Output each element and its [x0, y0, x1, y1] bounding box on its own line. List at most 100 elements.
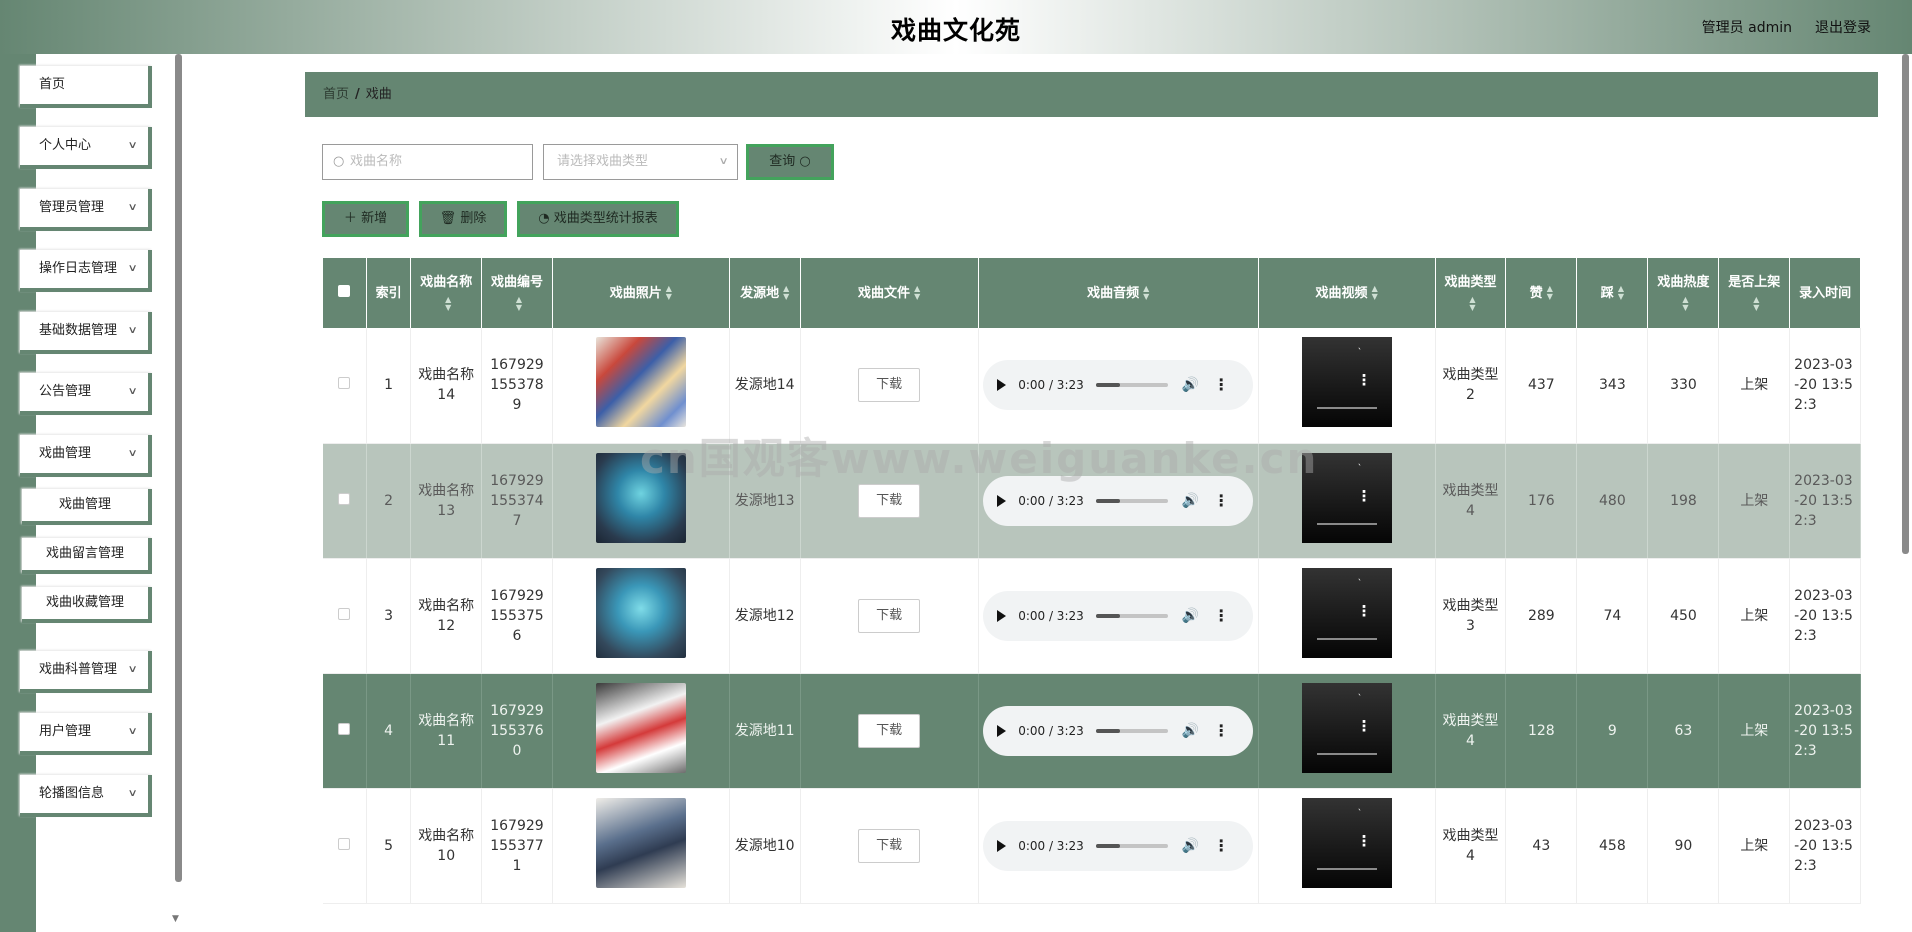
row-select-cell[interactable] — [323, 328, 367, 444]
download-button[interactable]: 下载 — [858, 828, 921, 863]
sidebar-subitem-opera[interactable]: 戏曲管理 — [22, 489, 152, 525]
video-progress-bar[interactable] — [1316, 522, 1377, 525]
col-header-dislikes[interactable]: 踩 ▲ ▼ — [1576, 258, 1649, 328]
audio-progress-bar[interactable] — [1095, 728, 1168, 733]
audio-player[interactable]: 0:00 / 3:23 🔊 ⋮ — [983, 360, 1254, 411]
opera-type-select[interactable]: 请选择戏曲类型 ∨ — [543, 144, 738, 180]
play-icon[interactable] — [997, 379, 1007, 392]
sort-icon[interactable]: ▲ ▼ — [1547, 285, 1553, 301]
col-header-photo[interactable]: 戏曲照片 ▲ ▼ — [552, 258, 730, 328]
download-button[interactable]: 下载 — [858, 598, 921, 633]
type-report-button[interactable]: ◔ 戏曲类型统计报表 — [517, 201, 679, 237]
row-checkbox[interactable] — [338, 492, 351, 505]
play-icon[interactable] — [997, 609, 1007, 622]
video-player[interactable]: ` ⋮ — [1301, 682, 1392, 773]
col-header-index[interactable]: 索引 — [366, 258, 412, 328]
row-select-cell[interactable] — [323, 558, 367, 674]
audio-progress-bar[interactable] — [1095, 498, 1168, 503]
sort-icon[interactable]: ▲ ▼ — [1143, 285, 1149, 301]
row-checkbox[interactable] — [338, 837, 351, 850]
sidebar-subitem-opera-favorites[interactable]: 戏曲收藏管理 — [22, 587, 152, 623]
delete-button[interactable]: 🗑 删除 — [419, 201, 507, 237]
audio-player[interactable]: 0:00 / 3:23 🔊 ⋮ — [983, 705, 1254, 756]
sidebar-scroll-down-icon[interactable]: ▼ — [172, 914, 179, 924]
page-scrollbar-thumb[interactable] — [1902, 54, 1909, 554]
select-all-cell[interactable] — [323, 258, 367, 328]
sidebar-subitem-opera-comments[interactable]: 戏曲留言管理 — [22, 538, 152, 574]
video-player[interactable]: ` ⋮ — [1301, 797, 1392, 888]
audio-player[interactable]: 0:00 / 3:23 🔊 ⋮ — [983, 475, 1254, 526]
col-header-name[interactable]: 戏曲名称 ▲ ▼ — [410, 258, 483, 328]
col-header-file[interactable]: 戏曲文件 ▲ ▼ — [800, 258, 979, 328]
row-select-cell[interactable] — [323, 443, 367, 559]
sidebar-item-operation-log[interactable]: 操作日志管理 ∨ — [20, 250, 152, 292]
opera-photo[interactable] — [595, 682, 686, 773]
sidebar-item-opera-management[interactable]: 戏曲管理 ∨ — [20, 435, 152, 477]
more-options-icon[interactable]: ⋮ — [1213, 491, 1229, 511]
download-button[interactable]: 下载 — [858, 483, 921, 518]
sidebar-item-announcements[interactable]: 公告管理 ∨ — [20, 373, 152, 415]
audio-player[interactable]: 0:00 / 3:23 🔊 ⋮ — [983, 820, 1254, 871]
sort-icon[interactable]: ▲ ▼ — [1682, 295, 1688, 312]
sidebar-item-profile[interactable]: 个人中心 ∨ — [20, 127, 152, 169]
volume-icon[interactable]: 🔊 — [1182, 836, 1199, 856]
add-button[interactable]: ＋ 新增 — [322, 201, 409, 237]
more-options-icon[interactable]: ⋮ — [1357, 833, 1372, 849]
volume-icon[interactable]: 🔊 — [1182, 606, 1199, 626]
col-header-audio[interactable]: 戏曲音频 ▲ ▼ — [978, 258, 1259, 328]
breadcrumb-home-link[interactable]: 首页 — [323, 87, 349, 102]
audio-progress-bar[interactable] — [1095, 613, 1168, 618]
more-options-icon[interactable]: ⋮ — [1357, 488, 1372, 504]
sort-icon[interactable]: ▲ ▼ — [666, 285, 672, 301]
sort-icon[interactable]: ▲ ▼ — [445, 295, 451, 312]
opera-photo[interactable] — [595, 337, 686, 428]
sidebar-item-opera-science[interactable]: 戏曲科普管理 ∨ — [20, 651, 152, 693]
sidebar-item-admin-management[interactable]: 管理员管理 ∨ — [20, 189, 152, 231]
col-header-heat[interactable]: 戏曲热度 ▲ ▼ — [1647, 258, 1720, 328]
sort-icon[interactable]: ▲ ▼ — [914, 285, 920, 301]
more-options-icon[interactable]: ⋮ — [1213, 375, 1229, 395]
row-checkbox[interactable] — [338, 722, 351, 735]
col-header-likes[interactable]: 赞 ▲ ▼ — [1505, 258, 1578, 328]
opera-photo[interactable] — [595, 452, 686, 543]
play-icon[interactable] — [997, 724, 1007, 737]
row-select-cell[interactable] — [323, 788, 367, 904]
more-options-icon[interactable]: ⋮ — [1213, 836, 1229, 856]
query-button[interactable]: 查询 ○ — [746, 144, 834, 180]
video-player[interactable]: ` ⋮ — [1301, 337, 1392, 428]
row-checkbox[interactable] — [338, 607, 351, 620]
col-header-time[interactable]: 录入时间 — [1789, 258, 1861, 328]
sort-icon[interactable]: ▲ ▼ — [516, 295, 522, 312]
video-progress-bar[interactable] — [1316, 752, 1377, 755]
audio-progress-bar[interactable] — [1095, 383, 1168, 388]
more-options-icon[interactable]: ⋮ — [1357, 373, 1372, 388]
audio-player[interactable]: 0:00 / 3:23 🔊 ⋮ — [983, 590, 1254, 641]
col-header-code[interactable]: 戏曲编号 ▲ ▼ — [481, 258, 553, 328]
more-options-icon[interactable]: ⋮ — [1213, 721, 1229, 741]
play-icon[interactable] — [997, 839, 1007, 852]
col-header-video[interactable]: 戏曲视频 ▲ ▼ — [1258, 258, 1436, 328]
row-checkbox[interactable] — [338, 377, 351, 390]
select-all-checkbox[interactable] — [338, 284, 351, 297]
more-options-icon[interactable]: ⋮ — [1213, 606, 1229, 626]
sort-icon[interactable]: ▲ ▼ — [1372, 285, 1378, 301]
col-header-type[interactable]: 戏曲类型 ▲ ▼ — [1435, 258, 1507, 328]
video-player[interactable]: ` ⋮ — [1301, 567, 1392, 658]
volume-icon[interactable]: 🔊 — [1182, 491, 1199, 511]
sidebar-scrollbar-thumb[interactable] — [175, 54, 182, 882]
sort-icon[interactable]: ▲ ▼ — [783, 285, 789, 301]
sidebar-item-home[interactable]: 首页 — [20, 66, 152, 108]
more-options-icon[interactable]: ⋮ — [1357, 718, 1372, 734]
logout-button[interactable]: 退出登录 — [1815, 17, 1871, 37]
audio-progress-bar[interactable] — [1095, 843, 1168, 848]
sidebar-item-user-management[interactable]: 用户管理 ∨ — [20, 713, 152, 755]
sort-icon[interactable]: ▲ ▼ — [1753, 295, 1759, 312]
video-progress-bar[interactable] — [1316, 637, 1377, 640]
more-options-icon[interactable]: ⋮ — [1357, 603, 1372, 619]
volume-icon[interactable]: 🔊 — [1182, 375, 1199, 395]
col-header-origin[interactable]: 发源地 ▲ ▼ — [729, 258, 801, 328]
video-progress-bar[interactable] — [1316, 407, 1377, 410]
row-select-cell[interactable] — [323, 673, 367, 789]
video-player[interactable]: ` ⋮ — [1301, 452, 1392, 543]
page-scrollbar[interactable] — [1898, 54, 1912, 932]
